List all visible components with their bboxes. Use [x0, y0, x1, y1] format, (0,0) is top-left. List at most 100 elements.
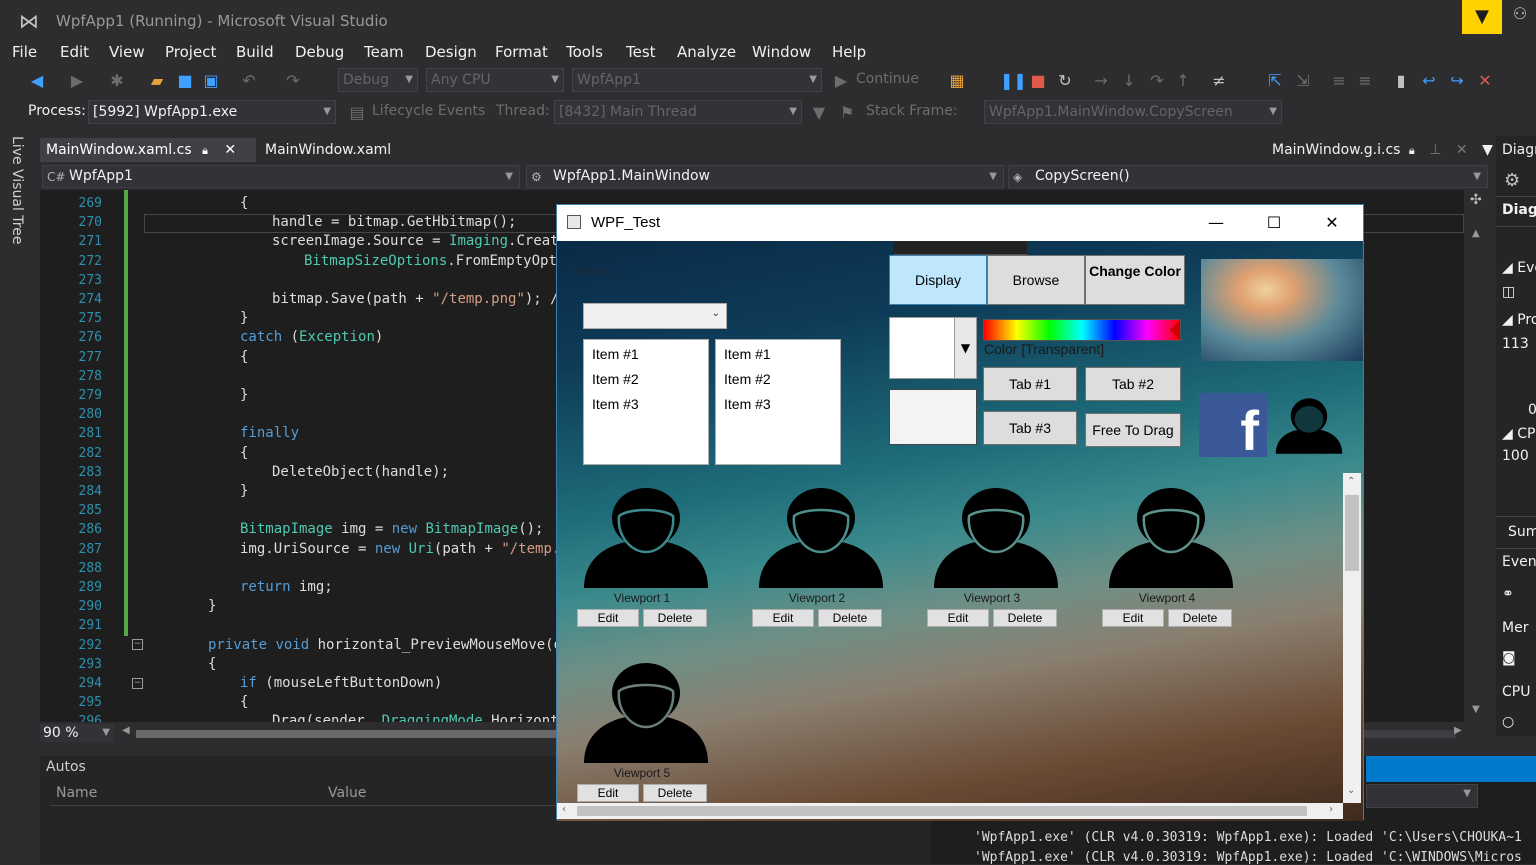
code-line[interactable]: DeleteObject(handle); — [272, 464, 449, 480]
menu-help[interactable]: Help — [832, 43, 866, 61]
step-into-icon[interactable]: ↓ — [1118, 70, 1140, 92]
edit-button[interactable]: Edit — [1102, 609, 1164, 627]
zoom-dropdown[interactable]: 90 % ▼ — [40, 724, 114, 742]
process-icon[interactable]: ▦ — [946, 70, 968, 92]
project-dropdown[interactable]: C# WpfApp1 ▼ — [42, 165, 520, 188]
code-line[interactable]: Drag(sender, DraggingMode.Horizontal) — [272, 713, 584, 722]
tab1-button[interactable]: Tab #1 — [983, 367, 1077, 401]
menu-team[interactable]: Team — [364, 43, 404, 61]
next-bookmark-icon[interactable]: ↪ — [1446, 70, 1468, 92]
chevron-down-icon[interactable]: ▼ — [954, 318, 976, 378]
list-item[interactable]: Item #1 — [592, 346, 639, 362]
code-line[interactable]: finally — [240, 425, 299, 441]
flag-thread-icon[interactable]: ⚑ — [836, 102, 858, 124]
edit-button[interactable]: Edit — [752, 609, 814, 627]
menu-debug[interactable]: Debug — [295, 43, 344, 61]
slider-thumb[interactable] — [1170, 320, 1180, 340]
free-to-drag-button[interactable]: Free To Drag — [1085, 413, 1181, 447]
list-item[interactable]: Item #3 — [724, 396, 771, 412]
summary-tab[interactable]: Sum — [1508, 524, 1536, 540]
code-line[interactable]: } — [240, 387, 248, 403]
comment-icon[interactable]: ⇱ — [1264, 70, 1286, 92]
column-name[interactable]: Name — [56, 785, 97, 801]
delete-button[interactable]: Delete — [993, 609, 1057, 627]
step-out-icon[interactable]: ↑ — [1172, 70, 1194, 92]
stop-icon[interactable]: ■ — [1027, 70, 1049, 92]
account-icon[interactable]: ⚇ — [1508, 4, 1532, 28]
delete-button[interactable]: Delete — [643, 784, 707, 802]
thread-dropdown[interactable]: [8432] Main Thread ▼ — [554, 100, 802, 124]
close-icon[interactable]: ✕ — [224, 142, 236, 158]
editor-vertical-scrollbar[interactable]: ✣ ▲ ▼ — [1464, 190, 1490, 722]
collapse-icon[interactable]: − — [132, 639, 143, 650]
stack-frame-dropdown[interactable]: WpfApp1.MainWindow.CopyScreen ▼ — [984, 100, 1282, 124]
code-line[interactable]: { — [240, 195, 248, 211]
code-line[interactable]: private void horizontal_PreviewMouseMove… — [208, 637, 579, 653]
menu-window[interactable]: Window — [752, 43, 811, 61]
scroll-right-icon[interactable]: › — [1329, 804, 1333, 815]
code-line[interactable]: catch (Exception) — [240, 329, 383, 345]
menu-test[interactable]: Test — [626, 43, 656, 61]
step-over-icon[interactable]: ↷ — [1146, 70, 1168, 92]
thread-icon[interactable]: ≠ — [1208, 70, 1230, 92]
drag-handle[interactable] — [893, 241, 1027, 255]
tab-mainwindow-xaml[interactable]: MainWindow.xaml — [259, 138, 419, 162]
change-color-button[interactable]: Change Color — [1085, 255, 1185, 305]
code-line[interactable]: if (mouseLeftButtonDown) — [240, 675, 442, 691]
save-all-icon[interactable]: ▣ — [200, 70, 222, 92]
code-line[interactable]: BitmapSizeOptions.FromEmptyOptio — [304, 253, 574, 269]
indent-icon[interactable]: ≡ — [1328, 70, 1350, 92]
save-icon[interactable]: ■ — [174, 70, 196, 92]
facebook-icon[interactable]: f — [1199, 393, 1267, 457]
viewport-horizontal-scrollbar[interactable]: ‹ › — [557, 803, 1343, 819]
uncomment-icon[interactable]: ⇲ — [1292, 70, 1314, 92]
new-project-icon[interactable]: ✱ — [106, 70, 128, 92]
scroll-down-icon[interactable]: ⌄ — [1347, 785, 1355, 796]
process-memory-section[interactable]: ◢ Pro — [1502, 312, 1536, 328]
scroll-thumb[interactable] — [136, 730, 586, 738]
menu-build[interactable]: Build — [236, 43, 274, 61]
code-line[interactable]: { — [240, 349, 248, 365]
scroll-up-icon[interactable]: ⌃ — [1347, 476, 1355, 487]
edit-button[interactable]: Edit — [577, 609, 639, 627]
cpu-section[interactable]: ◢ CP — [1502, 426, 1535, 442]
code-line[interactable]: handle = bitmap.GetHbitmap(); — [272, 214, 516, 230]
list-item[interactable]: Item #2 — [592, 371, 639, 387]
live-visual-tree-tab[interactable]: Live Visual Tree — [9, 136, 25, 244]
code-line[interactable]: { — [208, 656, 216, 672]
tab-mainwindow-g-i-cs[interactable]: MainWindow.g.i.cs 🔒︎ ⊥ ✕ ▼ — [1266, 138, 1493, 162]
code-line[interactable]: } — [208, 598, 216, 614]
record-icon[interactable]: ○ — [1502, 714, 1514, 730]
wpf-title-bar[interactable]: WPF_Test — ☐ ✕ — [557, 205, 1363, 241]
code-line[interactable]: screenImage.Source = Imaging.CreateB — [272, 233, 575, 249]
lifecycle-events-button[interactable]: Lifecycle Events — [372, 103, 485, 119]
scroll-thumb[interactable] — [577, 806, 1307, 816]
code-line[interactable]: } — [240, 310, 248, 326]
menu-tools[interactable]: Tools — [566, 43, 603, 61]
show-next-statement-icon[interactable]: → — [1090, 70, 1112, 92]
continue-button[interactable]: Continue — [856, 71, 919, 87]
platform-dropdown[interactable]: Any CPU ▼ — [426, 68, 564, 92]
process-dropdown[interactable]: [5992] WpfApp1.exe ▼ — [88, 100, 336, 124]
scroll-thumb[interactable] — [1345, 495, 1359, 571]
prev-bookmark-icon[interactable]: ↩ — [1418, 70, 1440, 92]
maximize-icon[interactable]: ☐ — [1245, 205, 1303, 241]
list-item[interactable]: Item #2 — [724, 371, 771, 387]
menu-design[interactable]: Design — [425, 43, 477, 61]
split-icon[interactable]: ✣ — [1470, 192, 1482, 208]
undo-icon[interactable]: ↶ — [238, 70, 260, 92]
member-dropdown[interactable]: ◈ CopyScreen() ▼ — [1008, 165, 1488, 188]
edit-button[interactable]: Edit — [927, 609, 989, 627]
back-icon[interactable]: ◀ — [26, 70, 48, 92]
code-line[interactable]: img.UriSource = new Uri(path + "/temp.pn — [240, 541, 577, 557]
browse-button[interactable]: Browse — [987, 255, 1085, 305]
viewport-vertical-scrollbar[interactable]: ⌃ ⌄ — [1343, 473, 1361, 803]
items-listbox-1[interactable]: Item #1 Item #2 Item #3 — [583, 339, 709, 465]
output-source-dropdown[interactable]: ▼ — [1366, 784, 1478, 808]
tab-mainwindow-xaml-cs[interactable]: MainWindow.xaml.cs 🔒︎ ✕ — [40, 138, 256, 162]
code-line[interactable]: } — [240, 483, 248, 499]
startup-project-dropdown[interactable]: WpfApp1 ▼ — [572, 68, 822, 92]
display-button[interactable]: Display — [889, 255, 987, 305]
code-line[interactable]: { — [240, 445, 248, 461]
edit-button[interactable]: Edit — [577, 784, 639, 802]
